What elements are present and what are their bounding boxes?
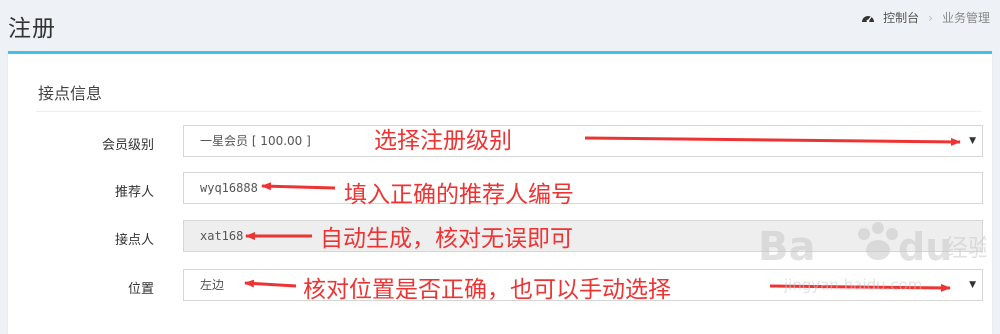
annotation-arrows <box>244 136 961 292</box>
arrow-level <box>584 136 961 146</box>
arrow-position-right <box>769 283 951 292</box>
arrow-position <box>244 279 297 288</box>
arrow-referrer <box>261 182 336 191</box>
